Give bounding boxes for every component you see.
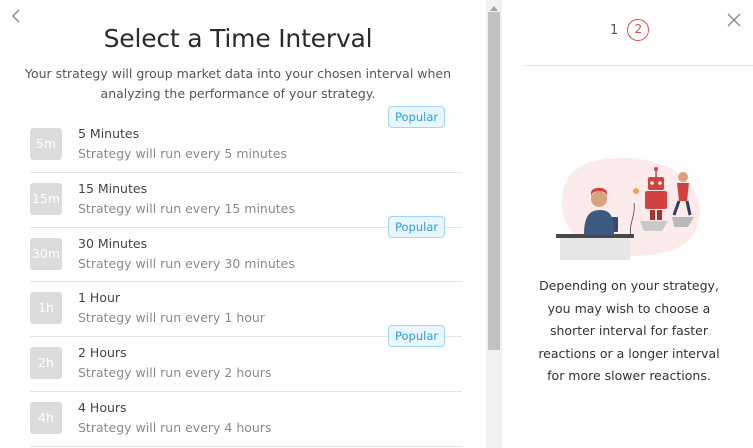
interval-badge: 30m bbox=[30, 237, 62, 270]
robot-trading-illustration bbox=[556, 157, 700, 260]
info-sidebar: 1 2 Depending on your strategy, you may bbox=[502, 0, 753, 448]
interval-badge: 15m bbox=[30, 182, 62, 215]
interval-name: 5 Minutes bbox=[78, 126, 140, 141]
page-subtitle: Your strategy will group market data int… bbox=[24, 66, 452, 101]
scroll-up-arrow[interactable] bbox=[486, 0, 502, 12]
interval-description: Strategy will run every 30 minutes bbox=[78, 255, 295, 271]
close-button[interactable] bbox=[727, 12, 741, 27]
popular-badge-5m[interactable]: Popular bbox=[388, 106, 446, 128]
step-indicator: 1 2 bbox=[610, 19, 650, 41]
scrollbar-thumb[interactable] bbox=[488, 12, 500, 350]
close-icon bbox=[727, 13, 741, 27]
interval-name: 15 Minutes bbox=[78, 180, 148, 196]
step-1[interactable]: 1 bbox=[610, 23, 618, 38]
interval-name: 30 Minutes bbox=[78, 235, 148, 251]
popular-badge-2h[interactable]: Popular bbox=[388, 325, 446, 347]
interval-badge: 4h bbox=[30, 401, 62, 434]
interval-badge: 1h bbox=[30, 292, 62, 325]
interval-list: 5m 5 Minutes Strategy will run every 5 m… bbox=[30, 118, 462, 447]
scrollbar[interactable] bbox=[486, 0, 502, 448]
step-2-active: 2 bbox=[627, 19, 650, 41]
popular-badge-30m[interactable]: Popular bbox=[388, 216, 446, 238]
divider bbox=[525, 65, 753, 66]
help-text: Depending on your strategy, you may wish… bbox=[538, 278, 720, 383]
interval-badge: 2h bbox=[30, 347, 62, 380]
chevron-left-icon bbox=[11, 9, 20, 23]
interval-description: Strategy will run every 2 hours bbox=[78, 365, 272, 381]
interval-panel: Select a Time Interval Your strategy wil… bbox=[0, 0, 486, 448]
interval-name: 2 Hours bbox=[78, 345, 127, 361]
interval-name: 1 Hour bbox=[78, 290, 121, 306]
interval-option-4h[interactable]: 4h 4 Hours Strategy will run every 4 hou… bbox=[30, 392, 462, 447]
back-button[interactable] bbox=[6, 6, 26, 26]
interval-description: Strategy will run every 1 hour bbox=[78, 310, 265, 326]
page-title: Select a Time Interval bbox=[103, 24, 373, 53]
interval-description: Strategy will run every 15 minutes bbox=[78, 200, 295, 216]
interval-description: Strategy will run every 4 hours bbox=[78, 419, 272, 435]
interval-name: 4 Hours bbox=[78, 399, 127, 415]
interval-badge: 5m bbox=[30, 128, 62, 160]
interval-description: Strategy will run every 5 minutes bbox=[78, 146, 287, 161]
